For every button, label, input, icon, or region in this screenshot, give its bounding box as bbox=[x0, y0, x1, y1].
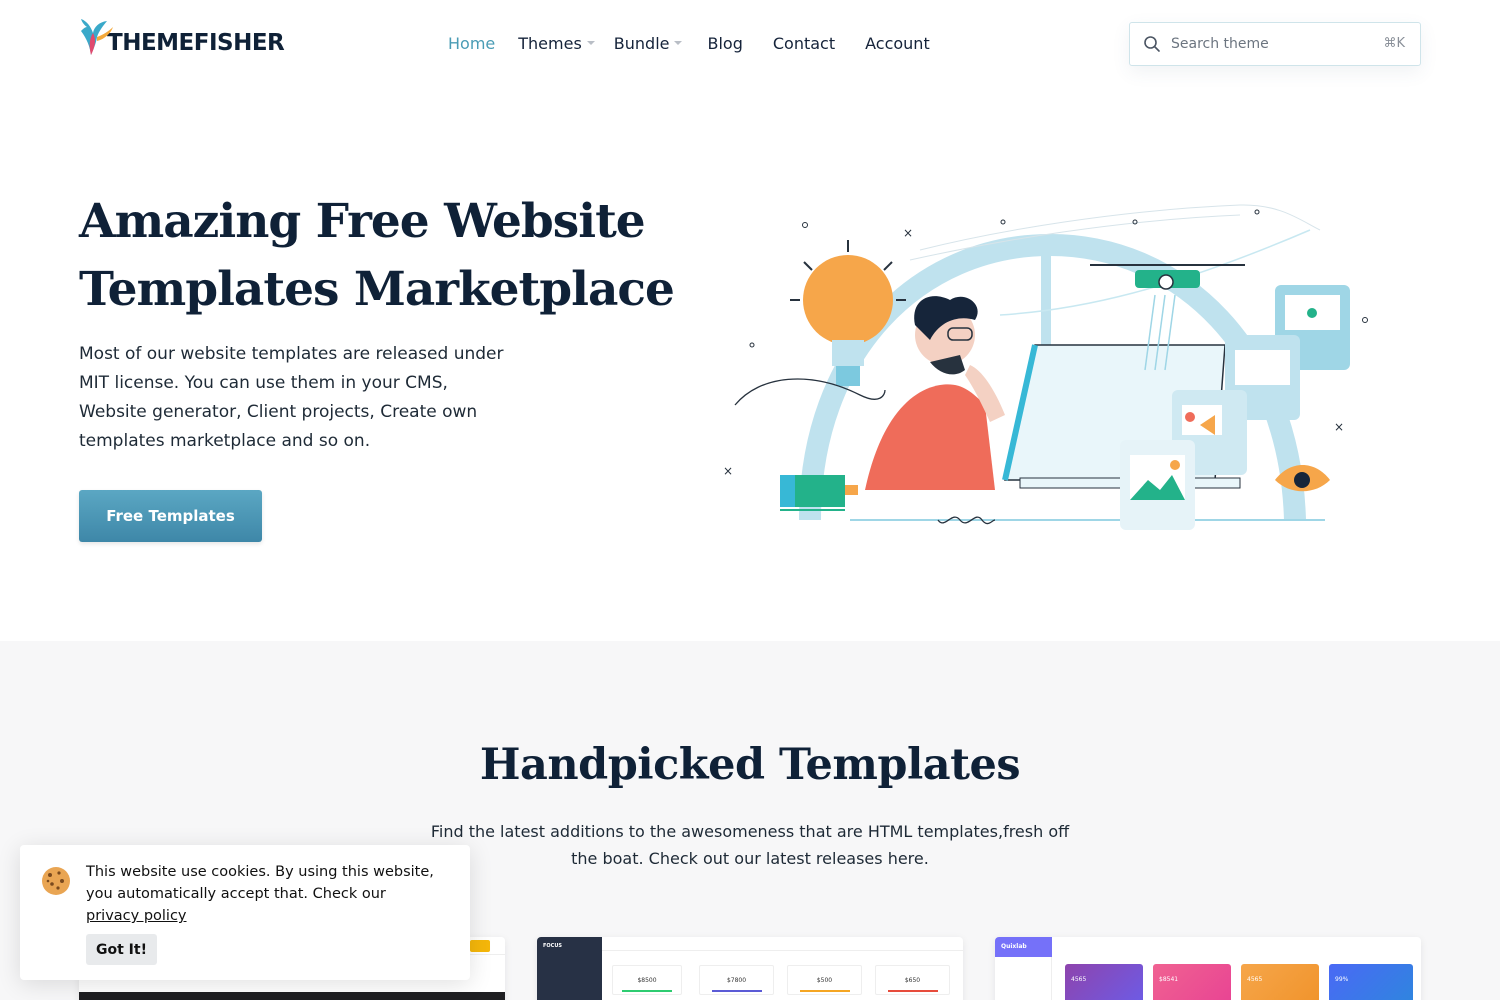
stat-card: $8541 bbox=[1153, 964, 1231, 1000]
search-icon bbox=[1144, 36, 1160, 52]
nav-contact[interactable]: Contact bbox=[773, 32, 835, 54]
search-input[interactable] bbox=[1171, 36, 1371, 52]
cookie-icon bbox=[42, 867, 70, 895]
lightbulb-icon bbox=[790, 240, 906, 386]
main-nav: Home Themes Bundle Blog Contact Account bbox=[448, 32, 930, 54]
stat-value: $500 bbox=[816, 977, 833, 984]
cookie-banner: This website use cookies. By using this … bbox=[20, 845, 470, 980]
nav-blog[interactable]: Blog bbox=[707, 32, 742, 54]
stat-card: $500 bbox=[787, 965, 862, 995]
nav-themes[interactable]: Themes bbox=[518, 32, 595, 54]
chevron-down-icon bbox=[586, 41, 595, 45]
svg-text:×: × bbox=[903, 226, 913, 240]
nav-account-label: Account bbox=[865, 33, 930, 53]
stat-card: $650 bbox=[875, 965, 950, 995]
template-card-3[interactable]: Quixlab 4565 $8541 4565 99% bbox=[995, 937, 1421, 1000]
stat-value: 4565 bbox=[1071, 976, 1087, 983]
hero-title: Amazing Free Website Templates Marketpla… bbox=[79, 194, 675, 317]
stat-value: 99% bbox=[1335, 976, 1349, 983]
site-header: THEMEFISHER Home Themes Bundle Blog Cont… bbox=[0, 0, 1500, 90]
template-card-2[interactable]: FOCUS $8500 $7800 $500 $650 bbox=[537, 937, 963, 1000]
search-shortcut: ⌘K bbox=[1383, 36, 1405, 51]
hero-description: Most of our website templates are releas… bbox=[79, 344, 504, 451]
nav-home-label: Home bbox=[448, 33, 496, 53]
card-brand: Quixlab bbox=[995, 937, 1052, 957]
svg-text:×: × bbox=[723, 464, 733, 478]
accept-cookies-button[interactable]: Got It! bbox=[86, 934, 157, 965]
section-description: Find the latest additions to the awesome… bbox=[430, 822, 1070, 868]
stat-value: $650 bbox=[904, 977, 921, 984]
privacy-policy-link[interactable]: privacy policy bbox=[86, 908, 187, 924]
section-title: Handpicked Templates bbox=[479, 740, 1021, 790]
free-templates-button[interactable]: Free Templates bbox=[79, 490, 262, 542]
svg-text:×: × bbox=[1334, 420, 1344, 434]
stat-value: $8541 bbox=[1159, 976, 1179, 983]
themefisher-logo[interactable]: THEMEFISHER bbox=[79, 17, 285, 57]
nav-bundle-label: Bundle bbox=[613, 33, 670, 53]
nav-home[interactable]: Home bbox=[448, 32, 495, 54]
cookie-message-text: This website use cookies. By using this … bbox=[86, 864, 434, 902]
stat-value: 4565 bbox=[1247, 976, 1263, 983]
nav-themes-label: Themes bbox=[518, 33, 582, 53]
stat-card: 4565 bbox=[1065, 964, 1143, 1000]
stat-value: $7800 bbox=[726, 977, 747, 984]
cookie-message: This website use cookies. By using this … bbox=[86, 861, 456, 927]
hero-illustration: × × × bbox=[723, 204, 1368, 530]
search-box[interactable]: ⌘K bbox=[1129, 22, 1421, 66]
stat-card: 99% bbox=[1329, 964, 1413, 1000]
card-brand: FOCUS bbox=[543, 943, 562, 949]
nav-bundle[interactable]: Bundle bbox=[614, 32, 683, 54]
stat-value: $8500 bbox=[637, 977, 657, 984]
nav-blog-label: Blog bbox=[707, 33, 743, 53]
stat-card: $8500 bbox=[612, 965, 682, 995]
nav-contact-label: Contact bbox=[772, 33, 836, 53]
stat-card: $7800 bbox=[699, 965, 774, 995]
brand-name: THEMEFISHER bbox=[107, 30, 285, 56]
stat-card: 4565 bbox=[1241, 964, 1319, 1000]
bird-logo-icon bbox=[81, 19, 113, 55]
chevron-down-icon bbox=[674, 41, 683, 45]
nav-account[interactable]: Account bbox=[865, 32, 930, 54]
